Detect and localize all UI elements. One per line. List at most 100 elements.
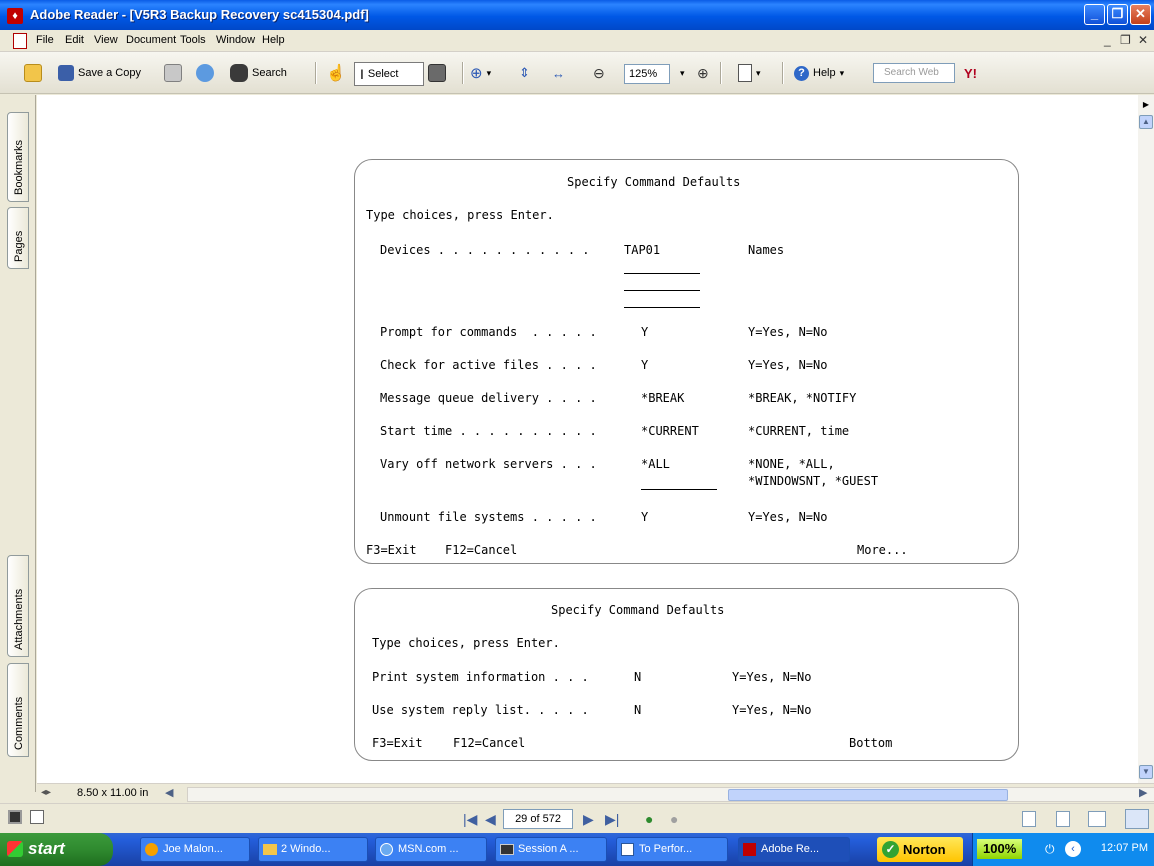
menu-document[interactable]: Document <box>126 34 176 46</box>
task-joe-malon[interactable]: Joe Malon... <box>140 837 250 862</box>
norton-button[interactable]: ✓ Norton <box>877 837 963 862</box>
actual-size-button[interactable]: ⇕ <box>519 62 530 84</box>
adobe-reader-icon <box>743 843 756 856</box>
resize-handle-icon[interactable]: ◂▸ <box>41 787 51 798</box>
snapshot-button[interactable] <box>428 62 446 84</box>
go-back-button[interactable]: ● <box>645 811 653 827</box>
doc-restore-button[interactable]: ❐ <box>1120 33 1131 47</box>
zoom-out-button[interactable]: ⊖ <box>593 62 605 84</box>
menu-window[interactable]: Window <box>216 34 255 46</box>
menu-tools[interactable]: Tools <box>180 34 206 46</box>
doc-minimize-button[interactable]: _ <box>1104 33 1111 47</box>
last-page-button[interactable]: ▶| <box>605 811 619 828</box>
field-label: Print system information . . . <box>372 670 589 684</box>
task-msn[interactable]: MSN.com ... <box>375 837 487 862</box>
task-session-a[interactable]: Session A ... <box>495 837 607 862</box>
vertical-scrollbar[interactable]: ▶ ▲ ▼ <box>1138 95 1154 783</box>
minimize-button[interactable]: _ <box>1084 4 1105 25</box>
input-line <box>624 273 700 274</box>
rotate-button[interactable]: ▾ <box>738 62 761 84</box>
title-bar: ♦ Adobe Reader - [V5R3 Backup Recovery s… <box>0 0 1154 30</box>
continuous-facing-layout-icon[interactable] <box>1125 809 1149 829</box>
email-button[interactable] <box>196 62 214 84</box>
system-tray: 100% ⏻ ‹ 12:07 PM <box>972 833 1154 866</box>
close-button[interactable]: ✕ <box>1130 4 1151 25</box>
power-plug-icon[interactable]: ⏻ <box>1045 842 1055 857</box>
zoom-badge[interactable]: 100% <box>977 839 1023 859</box>
facing-layout-icon[interactable] <box>1088 811 1106 827</box>
folder-icon <box>263 844 277 855</box>
function-key-exit: F3=Exit <box>372 736 423 750</box>
field-options-continued: *WINDOWSNT, *GUEST <box>748 474 879 488</box>
scroll-left-button[interactable]: ◀ <box>165 786 173 799</box>
floppy-icon <box>58 65 74 81</box>
screen-icon[interactable] <box>8 810 22 824</box>
help-button[interactable]: ? Help ▾ <box>794 62 844 84</box>
select-tool-button[interactable]: I Select <box>354 62 424 86</box>
doc-close-button[interactable]: ✕ <box>1138 33 1148 47</box>
first-page-button[interactable]: |◀ <box>463 811 477 828</box>
maximize-button[interactable]: ❐ <box>1107 4 1128 25</box>
page-size-label: 8.50 x 11.00 in <box>77 787 149 799</box>
scroll-down-button[interactable]: ▼ <box>1139 765 1153 779</box>
zoom-level-input[interactable]: 125% <box>624 64 670 84</box>
task-adobe-reader[interactable]: Adobe Re... <box>738 837 850 862</box>
menu-edit[interactable]: Edit <box>65 34 84 46</box>
panel-arrow-icon[interactable]: ▶ <box>1139 99 1153 113</box>
field-options: Y=Yes, N=No <box>748 358 828 372</box>
more-indicator: More... <box>857 543 908 557</box>
single-page-layout-icon[interactable] <box>1022 811 1036 827</box>
navigation-panel: Bookmarks Pages Attachments Comments <box>0 95 36 792</box>
chevron-left-icon[interactable]: ‹ <box>1065 841 1081 857</box>
chevron-down-icon: ▾ <box>680 67 685 78</box>
search-web-input[interactable]: Search Web <box>873 63 955 83</box>
search-button[interactable]: Search <box>230 62 287 84</box>
fit-width-button[interactable]: ↔ <box>552 62 565 84</box>
page-number-input[interactable]: 29 of 572 <box>503 809 573 829</box>
scroll-up-button[interactable]: ▲ <box>1139 115 1153 129</box>
menu-view[interactable]: View <box>94 34 118 46</box>
print-button[interactable] <box>164 62 182 84</box>
field-value: *BREAK <box>641 391 685 405</box>
zoom-in-tool-button[interactable]: ⊕ ▾ <box>470 62 491 84</box>
save-copy-label: Save a Copy <box>78 67 141 79</box>
minus-circle-icon: ⊖ <box>593 64 605 81</box>
screen-title: Specify Command Defaults <box>567 175 741 189</box>
continuous-layout-icon[interactable] <box>1056 811 1070 827</box>
menu-help[interactable]: Help <box>262 34 285 46</box>
start-button[interactable]: start <box>0 833 113 866</box>
hand-icon: ☝ <box>326 65 346 82</box>
tab-comments[interactable]: Comments <box>7 663 29 757</box>
open-button[interactable] <box>24 62 42 84</box>
horizontal-scrollbar[interactable] <box>187 787 1154 802</box>
screen-title: Specify Command Defaults <box>551 603 725 617</box>
zoom-in-button[interactable]: ⊕ <box>697 62 709 84</box>
go-forward-button[interactable]: ● <box>670 811 678 827</box>
select-label: Select <box>367 68 399 80</box>
field-options: *BREAK, *NOTIFY <box>748 391 857 405</box>
field-value: *ALL <box>641 457 670 471</box>
previous-page-button[interactable]: ◀ <box>485 811 496 828</box>
tab-bookmarks[interactable]: Bookmarks <box>7 112 29 202</box>
scroll-right-button[interactable]: ▶ <box>1139 786 1147 799</box>
zoom-dropdown-button[interactable]: ▾ <box>680 62 685 84</box>
next-page-button[interactable]: ▶ <box>583 811 594 828</box>
tab-attachments[interactable]: Attachments <box>7 555 29 657</box>
field-label: Vary off network servers . . . <box>380 457 597 471</box>
field-options: Y=Yes, N=No <box>732 703 812 717</box>
menu-file[interactable]: File <box>36 34 54 46</box>
field-label: Start time . . . . . . . . . . <box>380 424 597 438</box>
field-options: Y=Yes, N=No <box>732 670 812 684</box>
field-options: *NONE, *ALL, <box>748 457 835 471</box>
task-windows-explorer[interactable]: 2 Windo... <box>258 837 368 862</box>
tab-pages[interactable]: Pages <box>7 207 29 269</box>
scroll-thumb[interactable] <box>728 789 1008 801</box>
single-page-icon[interactable] <box>30 810 44 824</box>
save-copy-button[interactable]: Save a Copy <box>58 62 141 84</box>
pdf-document-icon[interactable] <box>13 33 27 49</box>
task-word-document[interactable]: To Perfor... <box>616 837 728 862</box>
hand-tool-button[interactable]: ☝ <box>326 62 346 84</box>
window-title: Adobe Reader - [V5R3 Backup Recovery sc4… <box>30 7 369 22</box>
yahoo-button[interactable]: Y! <box>964 62 977 84</box>
document-viewport[interactable]: Specify Command Defaults Type choices, p… <box>37 95 1138 783</box>
